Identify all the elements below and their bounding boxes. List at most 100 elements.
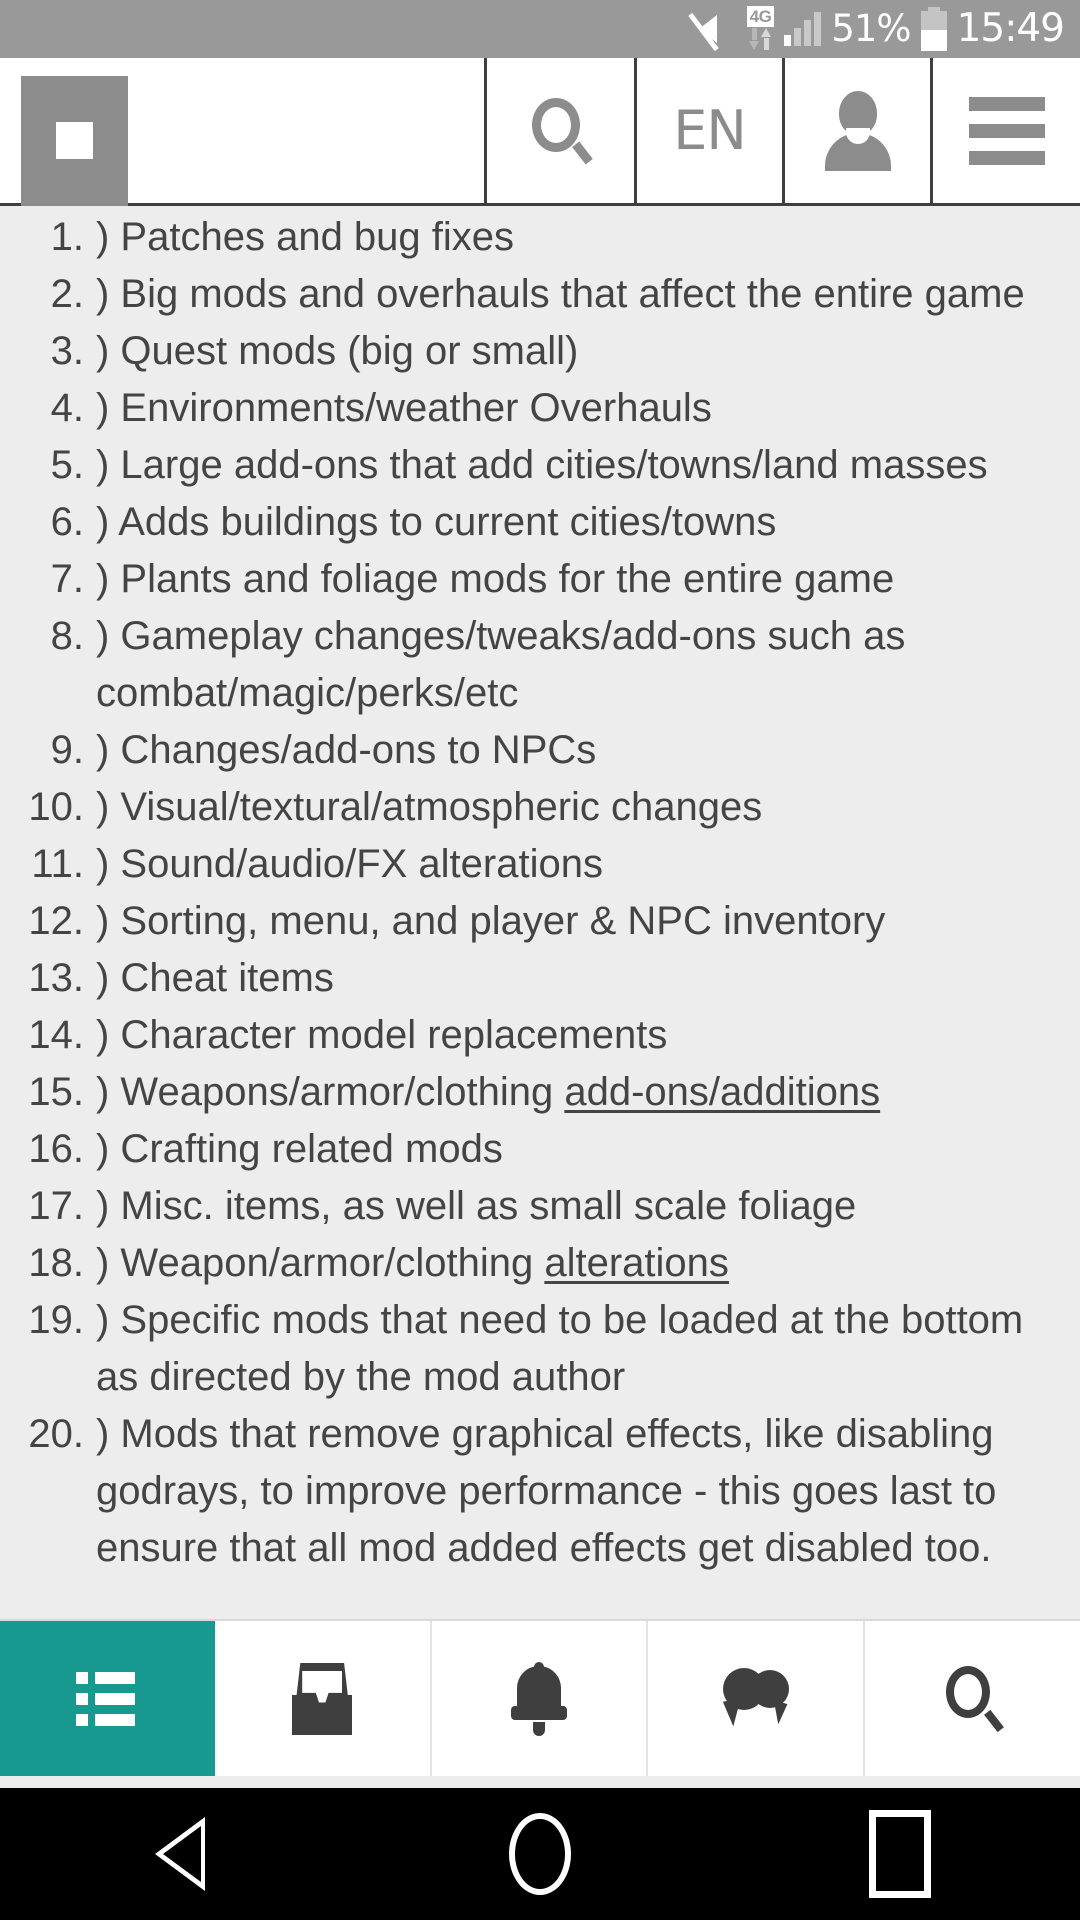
list-item-text: ) Changes/add-ons to NPCs [96, 728, 597, 772]
list-item-text: ) Big mods and overhauls that affect the… [96, 272, 1025, 316]
list-item-text: ) Mods that remove graphical effects, li… [96, 1412, 997, 1570]
list-item-text: ) Gameplay changes/tweaks/add-ons such a… [96, 614, 906, 715]
network-type-indicator: 4G [746, 6, 775, 52]
list-item: 1. ) Patches and bug fixes [0, 209, 1080, 266]
site-header: EN [0, 58, 1080, 206]
list-item: 12. ) Sorting, menu, and player & NPC inv… [0, 893, 1080, 950]
language-label: EN [673, 99, 747, 162]
list-item: 15. ) Weapons/armor/clothing add-ons/addi… [0, 1064, 1080, 1121]
list-item-text: ) Environments/weather Overhauls [96, 386, 712, 430]
list-item-text: ) Misc. items, as well as small scale fo… [96, 1184, 857, 1228]
list-item: 17. ) Misc. items, as well as small scale… [0, 1178, 1080, 1235]
android-status-bar: 4G 51% 15:49 [0, 0, 1080, 58]
list-item: 10. ) Visual/textural/atmospheric changes [0, 779, 1080, 836]
signal-bars-icon [784, 12, 822, 46]
list-item-number: 17. [28, 1184, 84, 1228]
nav-item-search[interactable] [865, 1621, 1080, 1776]
list-item-text: ) Patches and bug fixes [96, 215, 515, 259]
network-label: 4G [746, 6, 775, 27]
app-bottom-nav [0, 1619, 1080, 1776]
inline-link[interactable]: add-ons/additions [564, 1070, 880, 1114]
android-navigation-bar [0, 1788, 1080, 1920]
list-item: 19. ) Specific mods that need to be loade… [0, 1292, 1080, 1406]
user-account-icon [824, 90, 891, 171]
list-icon [76, 1671, 138, 1726]
nav-item-forums[interactable] [0, 1621, 215, 1776]
search-icon [530, 97, 593, 164]
list-item-text: ) Specific mods that need to be loaded a… [96, 1298, 1024, 1399]
list-item-number: 11. [31, 842, 84, 886]
list-item-text: ) Visual/textural/atmospheric changes [96, 785, 763, 829]
chat-bubbles-icon [722, 1667, 789, 1730]
list-item-number: 16. [28, 1127, 84, 1171]
list-item-text: ) Quest mods (big or small) [96, 329, 579, 373]
phone-screen: 4G 51% 15:49 EN 1.) Patches and bug fix… [0, 0, 1080, 1920]
list-item-number: 6. [50, 500, 84, 544]
header-account-button[interactable] [782, 58, 930, 203]
list-item: 3. ) Quest mods (big or small) [0, 323, 1080, 380]
android-recents-button[interactable] [720, 1810, 1080, 1898]
list-item-text: ) Sound/audio/FX alterations [96, 842, 603, 886]
data-transfer-arrows-icon [749, 28, 772, 50]
list-item: 11. ) Sound/audio/FX alterations [0, 836, 1080, 893]
hamburger-menu-icon [968, 96, 1045, 165]
list-item-number: 18. [28, 1241, 84, 1285]
list-item-number: 2. [50, 272, 84, 316]
recents-square-icon [869, 1810, 931, 1898]
list-item-text: ) Large add-ons that add cities/towns/la… [96, 443, 988, 487]
list-item-text: ) Sorting, menu, and player & NPC invent… [96, 899, 886, 943]
inline-link[interactable]: alterations [544, 1241, 729, 1285]
header-language-button[interactable]: EN [634, 58, 782, 203]
list-item-number: 8. [50, 614, 84, 658]
nav-item-notifications[interactable] [431, 1621, 649, 1776]
list-item: 20. ) Mods that remove graphical effects,… [0, 1406, 1080, 1577]
list-item-text: ) Cheat items [96, 956, 334, 1000]
list-item-number: 9. [50, 728, 84, 772]
nav-item-inbox[interactable] [214, 1621, 432, 1776]
list-item-text: ) Crafting related mods [96, 1127, 503, 1171]
list-item: 7. ) Plants and foliage mods for the enti… [0, 551, 1080, 608]
list-item-text: ) Weapons/armor/clothing add-ons/additio… [96, 1070, 881, 1114]
list-item: 2. ) Big mods and overhauls that affect t… [0, 266, 1080, 323]
list-item-number: 3. [50, 329, 84, 373]
list-item-number: 7. [50, 557, 84, 601]
list-item-number: 14. [28, 1013, 84, 1057]
site-logo-link[interactable] [0, 58, 484, 206]
search-icon [944, 1665, 1004, 1732]
android-back-button[interactable] [0, 1817, 360, 1891]
android-home-button[interactable] [360, 1813, 720, 1895]
list-item: 16. ) Crafting related mods [0, 1121, 1080, 1178]
list-item-number: 20. [28, 1412, 84, 1456]
mute-icon [687, 8, 737, 52]
post-content-area[interactable]: 1. ) Patches and bug fixes 2. ) Big mods an… [0, 206, 1080, 1619]
header-menu-button[interactable] [930, 58, 1080, 203]
status-bar-clock: 15:49 [956, 6, 1065, 51]
battery-percent-label: 51% [831, 7, 911, 50]
list-item-number: 10. [28, 785, 84, 829]
battery-icon [920, 7, 947, 51]
list-item-text: ) Character model replacements [96, 1013, 668, 1057]
list-item-text: ) Plants and foliage mods for the entire… [96, 557, 895, 601]
header-search-button[interactable] [484, 58, 634, 203]
list-item: 14. ) Character model replacements [0, 1007, 1080, 1064]
nav-item-conversations[interactable] [648, 1621, 866, 1776]
list-item-number: 15. [28, 1070, 84, 1114]
list-item-number: 13. [28, 956, 84, 1000]
list-item: 8. ) Gameplay changes/tweaks/add-ons such… [0, 608, 1080, 722]
list-item: 9. ) Changes/add-ons to NPCs [0, 722, 1080, 779]
list-item: 18. ) Weapon/armor/clothing alterations [0, 1235, 1080, 1292]
list-item-number: 1. [50, 215, 84, 259]
list-item-text: ) Adds buildings to current cities/towns [96, 500, 777, 544]
bell-icon [510, 1661, 567, 1736]
list-item: 5.) Large add-ons that add cities/towns/… [0, 437, 1080, 494]
inbox-icon [292, 1662, 353, 1735]
list-item: 6. ) Adds buildings to current cities/tow… [0, 494, 1080, 551]
list-item-number: 19. [28, 1298, 84, 1342]
list-item-text: ) Weapon/armor/clothing alterations [96, 1241, 729, 1285]
list-item: 4. ) Environments/weather Overhauls [0, 380, 1080, 437]
back-triangle-icon [155, 1817, 205, 1891]
load-order-list: 1. ) Patches and bug fixes 2. ) Big mods an… [0, 206, 1080, 1577]
home-circle-icon [509, 1813, 571, 1895]
list-item-number: 12. [28, 899, 84, 943]
list-item-number: 4. [50, 386, 84, 430]
